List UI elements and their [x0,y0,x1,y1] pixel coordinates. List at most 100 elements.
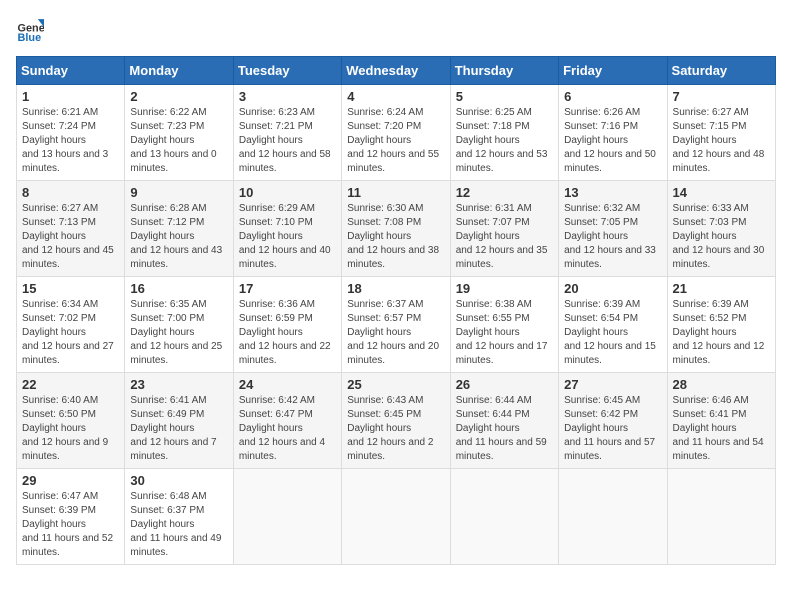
day-number: 14 [673,185,770,200]
day-number: 23 [130,377,227,392]
day-header-saturday: Saturday [667,57,775,85]
day-info: Sunrise: 6:28 AMSunset: 7:12 PMDaylight … [130,202,227,272]
week-row-1: 1 Sunrise: 6:21 AMSunset: 7:24 PMDaylight… [17,85,776,181]
day-number: 3 [239,89,336,104]
day-number: 20 [564,281,661,296]
day-header-friday: Friday [559,57,667,85]
calendar-cell: 5Sunrise: 6:25 AMSunset: 7:18 PMDaylight… [450,85,558,181]
day-header-monday: Monday [125,57,233,85]
day-info: Sunrise: 6:36 AMSunset: 6:59 PMDaylight … [239,298,336,368]
day-info: Sunrise: 6:30 AMSunset: 7:08 PMDaylight … [347,202,444,272]
calendar-cell: 15 Sunrise: 6:34 AMSunset: 7:02 PMDayligh… [17,277,125,373]
calendar-cell: 13Sunrise: 6:32 AMSunset: 7:05 PMDayligh… [559,181,667,277]
day-info: Sunrise: 6:43 AMSunset: 6:45 PMDaylight … [347,394,444,464]
calendar-cell: 20 Sunrise: 6:39 AMSunset: 6:54 PMDayligh… [559,277,667,373]
day-number: 26 [456,377,553,392]
calendar-cell: 17 Sunrise: 6:36 AMSunset: 6:59 PMDayligh… [233,277,341,373]
calendar-cell: 10 Sunrise: 6:29 AMSunset: 7:10 PMDayligh… [233,181,341,277]
day-info: Sunrise: 6:29 AMSunset: 7:10 PMDaylight … [239,202,336,272]
day-info: Sunrise: 6:40 AMSunset: 6:50 PMDaylight … [22,394,119,464]
week-row-4: 22 Sunrise: 6:40 AMSunset: 6:50 PMDayligh… [17,373,776,469]
day-info: Sunrise: 6:42 AMSunset: 6:47 PMDaylight … [239,394,336,464]
calendar-cell: 22 Sunrise: 6:40 AMSunset: 6:50 PMDayligh… [17,373,125,469]
calendar-cell: 11 Sunrise: 6:30 AMSunset: 7:08 PMDayligh… [342,181,450,277]
day-header-sunday: Sunday [17,57,125,85]
day-info: Sunrise: 6:26 AMSunset: 7:16 PMDaylight … [564,106,661,176]
day-number: 6 [564,89,661,104]
day-number: 2 [130,89,227,104]
calendar-cell: 24 Sunrise: 6:42 AMSunset: 6:47 PMDayligh… [233,373,341,469]
calendar-cell: 9 Sunrise: 6:28 AMSunset: 7:12 PMDaylight… [125,181,233,277]
calendar-cell: 7 Sunrise: 6:27 AMSunset: 7:15 PMDaylight… [667,85,775,181]
day-info: Sunrise: 6:39 AMSunset: 6:52 PMDaylight … [673,298,770,368]
day-number: 18 [347,281,444,296]
calendar-cell [559,469,667,565]
day-number: 25 [347,377,444,392]
calendar-cell: 6 Sunrise: 6:26 AMSunset: 7:16 PMDaylight… [559,85,667,181]
logo: General Blue [16,16,44,44]
week-row-5: 29 Sunrise: 6:47 AMSunset: 6:39 PMDayligh… [17,469,776,565]
day-number: 17 [239,281,336,296]
calendar-table: SundayMondayTuesdayWednesdayThursdayFrid… [16,56,776,565]
calendar-cell: 27 Sunrise: 6:45 AMSunset: 6:42 PMDayligh… [559,373,667,469]
day-info: Sunrise: 6:24 AMSunset: 7:20 PMDaylight … [347,106,444,176]
calendar-cell: 2 Sunrise: 6:22 AMSunset: 7:23 PMDaylight… [125,85,233,181]
day-info: Sunrise: 6:37 AMSunset: 6:57 PMDaylight … [347,298,444,368]
day-number: 10 [239,185,336,200]
calendar-cell: 12 Sunrise: 6:31 AMSunset: 7:07 PMDayligh… [450,181,558,277]
calendar-cell: 8 Sunrise: 6:27 AMSunset: 7:13 PMDaylight… [17,181,125,277]
day-info: Sunrise: 6:22 AMSunset: 7:23 PMDaylight … [130,106,227,176]
calendar-cell: 4Sunrise: 6:24 AMSunset: 7:20 PMDaylight… [342,85,450,181]
calendar-cell: 28 Sunrise: 6:46 AMSunset: 6:41 PMDayligh… [667,373,775,469]
day-info: Sunrise: 6:35 AMSunset: 7:00 PMDaylight … [130,298,227,368]
day-info: Sunrise: 6:34 AMSunset: 7:02 PMDaylight … [22,298,119,368]
day-number: 29 [22,473,119,488]
day-info: Sunrise: 6:27 AMSunset: 7:15 PMDaylight … [673,106,770,176]
generalblue-logo-icon: General Blue [16,16,44,44]
calendar-cell [450,469,558,565]
day-info: Sunrise: 6:32 AMSunset: 7:05 PMDaylight … [564,202,661,272]
day-number: 1 [22,89,119,104]
day-info: Sunrise: 6:23 AMSunset: 7:21 PMDaylight … [239,106,336,176]
calendar-cell [342,469,450,565]
day-info: Sunrise: 6:47 AMSunset: 6:39 PMDaylight … [22,490,119,560]
calendar-cell: 16 Sunrise: 6:35 AMSunset: 7:00 PMDayligh… [125,277,233,373]
day-number: 9 [130,185,227,200]
day-info: Sunrise: 6:33 AMSunset: 7:03 PMDaylight … [673,202,770,272]
day-number: 16 [130,281,227,296]
day-number: 12 [456,185,553,200]
day-info: Sunrise: 6:39 AMSunset: 6:54 PMDaylight … [564,298,661,368]
day-info: Sunrise: 6:45 AMSunset: 6:42 PMDaylight … [564,394,661,464]
svg-text:Blue: Blue [18,32,42,44]
week-row-3: 15 Sunrise: 6:34 AMSunset: 7:02 PMDayligh… [17,277,776,373]
day-header-tuesday: Tuesday [233,57,341,85]
calendar-cell: 25 Sunrise: 6:43 AMSunset: 6:45 PMDayligh… [342,373,450,469]
day-info: Sunrise: 6:46 AMSunset: 6:41 PMDaylight … [673,394,770,464]
week-row-2: 8 Sunrise: 6:27 AMSunset: 7:13 PMDaylight… [17,181,776,277]
calendar-cell: 19Sunrise: 6:38 AMSunset: 6:55 PMDayligh… [450,277,558,373]
day-number: 8 [22,185,119,200]
calendar-cell: 30Sunrise: 6:48 AMSunset: 6:37 PMDayligh… [125,469,233,565]
day-header-wednesday: Wednesday [342,57,450,85]
day-number: 11 [347,185,444,200]
calendar-cell: 26 Sunrise: 6:44 AMSunset: 6:44 PMDayligh… [450,373,558,469]
day-info: Sunrise: 6:44 AMSunset: 6:44 PMDaylight … [456,394,553,464]
day-number: 15 [22,281,119,296]
day-info: Sunrise: 6:27 AMSunset: 7:13 PMDaylight … [22,202,119,272]
day-headers-row: SundayMondayTuesdayWednesdayThursdayFrid… [17,57,776,85]
calendar-cell: 14 Sunrise: 6:33 AMSunset: 7:03 PMDayligh… [667,181,775,277]
day-number: 19 [456,281,553,296]
day-number: 7 [673,89,770,104]
day-info: Sunrise: 6:31 AMSunset: 7:07 PMDaylight … [456,202,553,272]
calendar-cell: 3 Sunrise: 6:23 AMSunset: 7:21 PMDaylight… [233,85,341,181]
day-number: 22 [22,377,119,392]
calendar-cell: 1 Sunrise: 6:21 AMSunset: 7:24 PMDaylight… [17,85,125,181]
calendar-cell [667,469,775,565]
day-number: 28 [673,377,770,392]
day-number: 24 [239,377,336,392]
calendar-cell [233,469,341,565]
day-number: 27 [564,377,661,392]
day-info: Sunrise: 6:25 AMSunset: 7:18 PMDaylight … [456,106,553,176]
day-info: Sunrise: 6:21 AMSunset: 7:24 PMDaylight … [22,106,119,176]
header: General Blue [16,16,776,44]
